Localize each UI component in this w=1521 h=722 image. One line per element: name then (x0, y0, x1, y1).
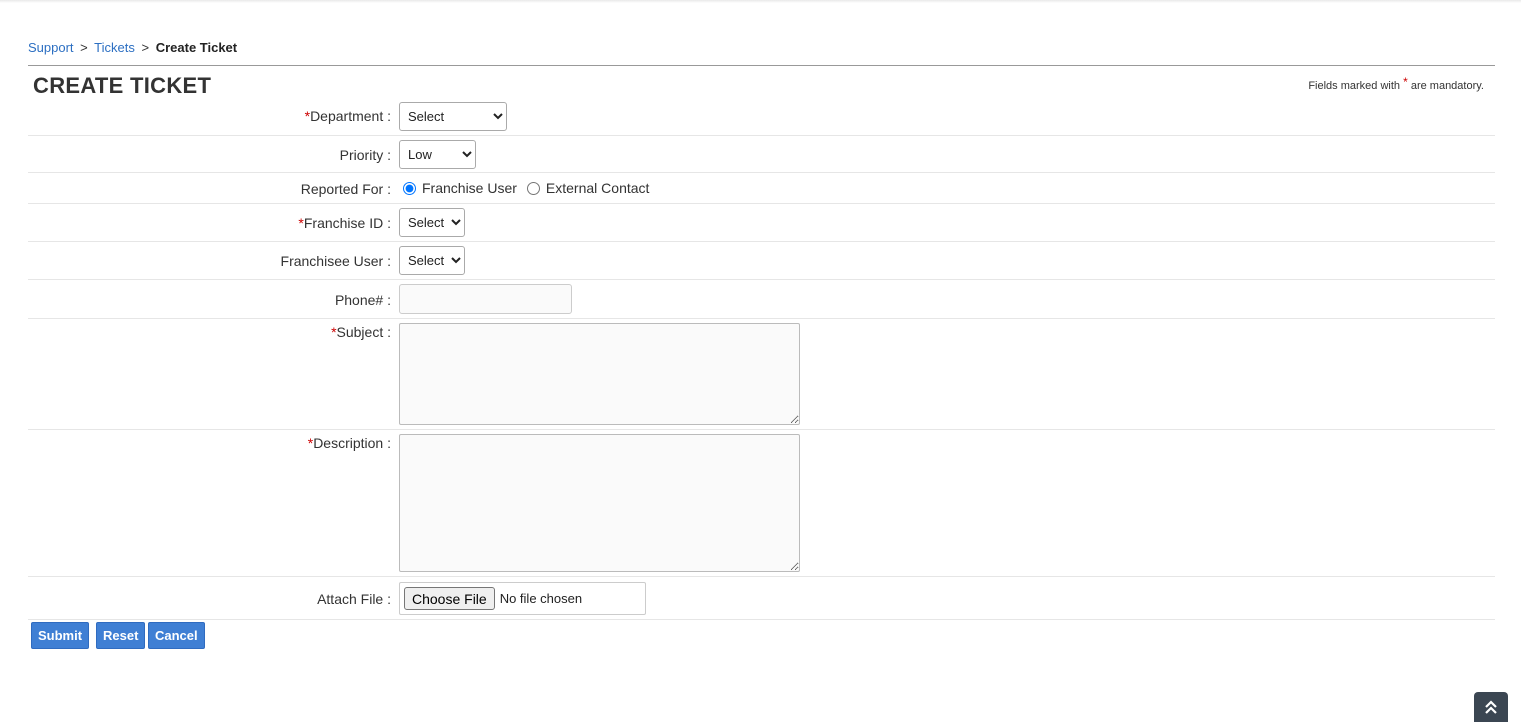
top-shadow (0, 0, 1521, 3)
submit-button[interactable]: Submit (31, 622, 90, 649)
phone-label: Phone# : (334, 292, 391, 308)
franchisee-user-select[interactable]: Select (399, 246, 465, 275)
mandatory-note-suffix: are mandatory. (1410, 80, 1484, 92)
form-row-phone: Phone# : (28, 280, 1495, 319)
breadcrumb: Support > Tickets > Create Ticket (28, 40, 237, 55)
reported-for-label: Reported For : (300, 181, 391, 197)
page-title: CREATE TICKET (33, 73, 212, 98)
external-contact-radio[interactable] (526, 181, 540, 195)
description-label: *Description : (307, 435, 391, 451)
subject-textarea[interactable] (399, 323, 800, 425)
priority-select[interactable]: Low (399, 140, 476, 169)
franchise-user-radio-label[interactable]: Franchise User (422, 180, 517, 196)
choose-file-button[interactable]: Choose File (404, 587, 495, 610)
form-row-reported-for: Reported For : Franchise User External C… (28, 173, 1495, 204)
breadcrumb-tickets-link[interactable]: Tickets (94, 40, 135, 55)
mandatory-note: Fields marked with * are mandatory. (1308, 75, 1484, 92)
franchise-user-radio[interactable] (403, 181, 416, 195)
form-row-department: *Department : Select (28, 97, 1495, 136)
breadcrumb-support-link[interactable]: Support (28, 40, 74, 55)
form-row-franchisee-user: Franchisee User : Select (28, 242, 1495, 280)
phone-input[interactable] (399, 284, 572, 314)
subject-label: *Subject : (331, 324, 391, 340)
reset-button[interactable]: Reset (96, 622, 146, 649)
form-row-subject: *Subject : (28, 319, 1495, 430)
breadcrumb-separator: > (141, 40, 150, 55)
franchise-id-select[interactable]: Select (399, 208, 465, 237)
file-status: No file chosen (499, 591, 583, 606)
franchise-id-label: *Franchise ID : (298, 215, 391, 231)
form-row-description: *Description : (28, 430, 1495, 577)
double-chevron-up-icon (1485, 700, 1497, 714)
reported-for-radio-group: Franchise User External Contact (399, 180, 655, 196)
scroll-to-top-button[interactable] (1474, 692, 1508, 722)
priority-label: Priority : (339, 147, 391, 163)
form-row-attach-file: Attach File : Choose File No file chosen (28, 577, 1495, 620)
form-row-priority: Priority : Low (28, 136, 1495, 173)
header-divider (28, 65, 1495, 66)
department-select[interactable]: Select (399, 102, 507, 131)
breadcrumb-separator: > (80, 40, 88, 55)
description-textarea[interactable] (399, 434, 800, 572)
mandatory-note-prefix: Fields marked with (1308, 80, 1401, 92)
franchisee-user-label: Franchisee User : (280, 253, 391, 269)
attach-file-label: Attach File : (317, 591, 391, 607)
department-label: *Department : (304, 108, 391, 124)
form-row-franchise-id: *Franchise ID : Select (28, 204, 1495, 242)
breadcrumb-current: Create Ticket (155, 40, 238, 55)
file-input[interactable]: Choose File No file chosen (399, 582, 646, 615)
required-star: * (1403, 75, 1408, 89)
cancel-button[interactable]: Cancel (148, 622, 205, 649)
external-contact-radio-label[interactable]: External Contact (546, 180, 650, 196)
